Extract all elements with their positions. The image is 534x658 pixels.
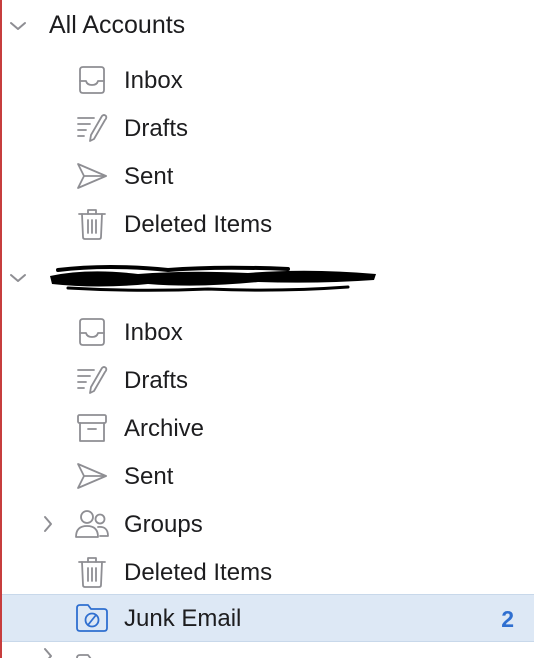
folder-sent[interactable]: Sent xyxy=(2,452,534,500)
folder-label: Groups xyxy=(124,511,203,538)
sent-icon xyxy=(74,458,110,494)
inbox-icon xyxy=(74,314,110,350)
sent-icon xyxy=(74,158,110,194)
folder-label: Drafts xyxy=(124,367,189,394)
chevron-right-icon[interactable] xyxy=(36,512,60,536)
unread-count-badge: 2 xyxy=(501,606,514,632)
section-all-accounts[interactable]: All Accounts xyxy=(2,0,534,52)
folder-inbox[interactable]: Inbox xyxy=(2,56,534,104)
folder-label: Deleted Items xyxy=(124,211,273,238)
groups-icon xyxy=(74,506,110,542)
folder-label: Archive xyxy=(124,415,205,442)
folder-sent[interactable]: Sent xyxy=(2,152,534,200)
drafts-icon xyxy=(74,110,110,146)
folder-label: Junk Email xyxy=(124,605,242,632)
folder-label: Sent xyxy=(124,463,174,490)
folder-label: Sent xyxy=(124,163,174,190)
folder-groups[interactable]: Groups xyxy=(2,500,534,548)
section-title: All Accounts xyxy=(49,11,186,39)
folder-icon xyxy=(74,650,110,658)
trash-icon xyxy=(74,206,110,242)
folder-deleted-items[interactable]: Deleted Items xyxy=(2,548,534,596)
folder-label: Deleted Items xyxy=(124,559,273,586)
chevron-down-icon[interactable] xyxy=(6,14,30,38)
mail-sidebar: All Accounts Inbox Drafts Sent Deleted I… xyxy=(2,0,534,658)
folder-partial-row[interactable] xyxy=(2,642,534,658)
folder-junk-email[interactable]: Junk Email 2 xyxy=(2,594,534,642)
drafts-icon xyxy=(74,362,110,398)
trash-icon xyxy=(74,554,110,590)
folder-archive[interactable]: Archive xyxy=(2,404,534,452)
folder-drafts[interactable]: Drafts xyxy=(2,104,534,152)
inbox-icon xyxy=(74,62,110,98)
archive-icon xyxy=(74,410,110,446)
chevron-right-icon[interactable] xyxy=(36,644,60,658)
folder-drafts[interactable]: Drafts xyxy=(2,356,534,404)
folder-label: Inbox xyxy=(124,67,183,94)
redacted-account-name xyxy=(48,262,378,294)
folder-label: Drafts xyxy=(124,115,189,142)
folder-deleted-items[interactable]: Deleted Items xyxy=(2,200,534,248)
junk-icon xyxy=(74,600,110,636)
folder-label: Inbox xyxy=(124,319,183,346)
chevron-down-icon[interactable] xyxy=(6,266,30,290)
folder-inbox[interactable]: Inbox xyxy=(2,308,534,356)
